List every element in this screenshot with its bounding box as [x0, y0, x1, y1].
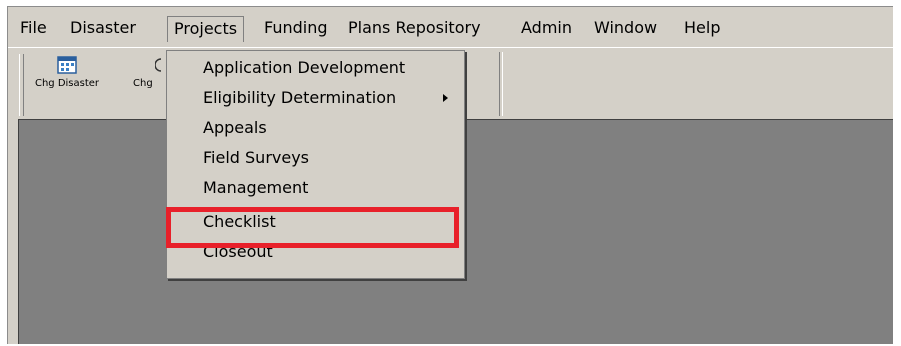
menu-item-appeals[interactable]: Appeals: [203, 115, 267, 141]
menu-admin[interactable]: Admin: [521, 16, 572, 40]
change-label: Chg: [133, 78, 153, 89]
menu-item-eligibility-determination[interactable]: Eligibility Determination: [203, 85, 464, 111]
checklist-highlight-box: [166, 207, 459, 248]
app-window: File Disaster Projects Funding Plans Rep…: [7, 6, 893, 344]
menu-item-eligibility-label: Eligibility Determination: [203, 88, 397, 107]
menu-plans-repository[interactable]: Plans Repository: [348, 16, 481, 40]
menu-window[interactable]: Window: [594, 16, 657, 40]
change-button[interactable]: Chg: [133, 56, 163, 89]
toolbar-separator: [499, 52, 503, 116]
workspace-border: [8, 119, 18, 344]
menu-file[interactable]: File: [20, 16, 47, 40]
menu-item-management[interactable]: Management: [203, 175, 308, 201]
menu-bar: File Disaster Projects Funding Plans Rep…: [8, 7, 893, 47]
calendar-grid-icon: [57, 56, 77, 74]
menu-funding[interactable]: Funding: [264, 16, 328, 40]
change-disaster-label: Chg Disaster: [34, 78, 100, 89]
menu-item-application-development[interactable]: Application Development: [203, 55, 405, 81]
change-disaster-button[interactable]: Chg Disaster: [28, 56, 106, 89]
menu-projects[interactable]: Projects: [167, 16, 245, 42]
menu-disaster[interactable]: Disaster: [70, 16, 136, 40]
submenu-arrow-icon: [443, 94, 448, 102]
menu-help[interactable]: Help: [684, 16, 720, 40]
menu-item-field-surveys[interactable]: Field Surveys: [203, 145, 309, 171]
toolbar-grip[interactable]: [19, 54, 24, 116]
